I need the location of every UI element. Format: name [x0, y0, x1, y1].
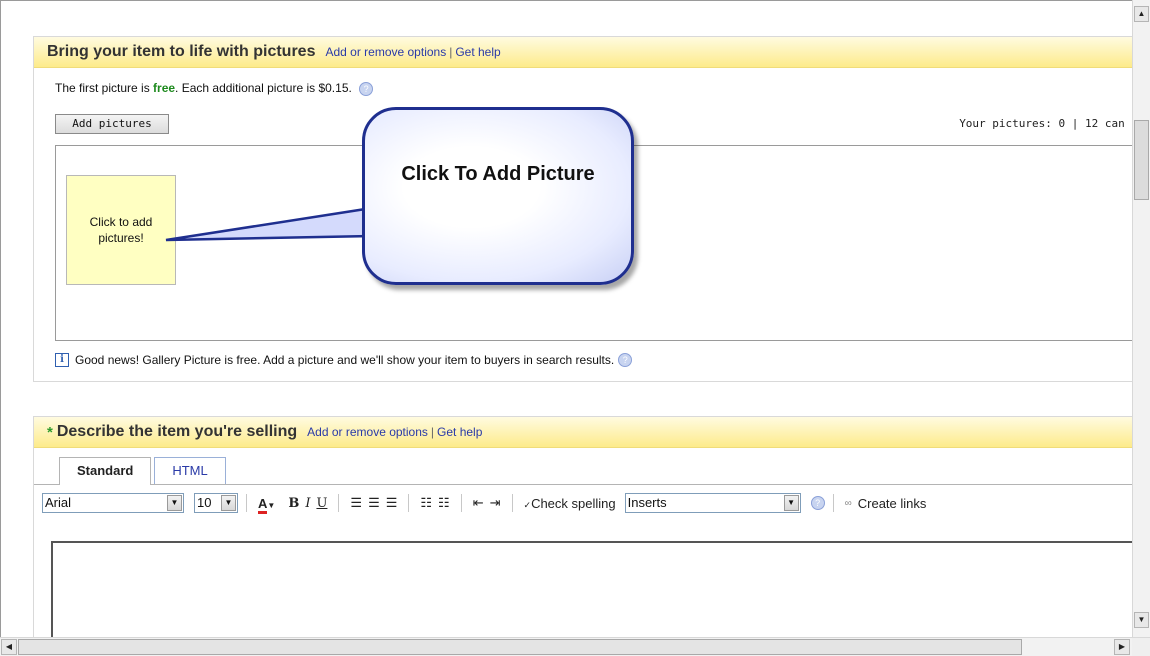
picture-counter: Your pictures: 0 | 12 can l — [959, 117, 1138, 130]
font-size-value: 10 — [197, 495, 212, 510]
horizontal-scrollbar[interactable]: ◀ ▶ — [0, 637, 1150, 656]
describe-panel-title: Describe the item you're selling — [56, 423, 298, 440]
scroll-up-icon[interactable]: ▲ — [1134, 6, 1149, 22]
toolbar-divider — [511, 494, 513, 512]
add-pictures-button[interactable]: Add pictures — [55, 114, 169, 134]
tab-html[interactable]: HTML — [154, 457, 226, 484]
describe-panel-header: * Describe the item you're selling Add o… — [34, 417, 1138, 448]
link-separator: | — [449, 45, 453, 59]
gallery-note: i Good news! Gallery Picture is free. Ad… — [55, 353, 633, 367]
add-remove-options-link[interactable]: Add or remove options — [307, 425, 428, 439]
bold-button[interactable]: B — [288, 496, 299, 511]
chevron-down-icon[interactable]: ▼ — [221, 495, 236, 511]
describe-panel: * Describe the item you're selling Add o… — [33, 416, 1138, 651]
toolbar-divider — [408, 494, 410, 512]
gallery-note-text: Good news! Gallery Picture is free. Add … — [75, 353, 615, 367]
link-separator: | — [430, 425, 435, 439]
callout-bubble: Click To Add Picture — [362, 107, 634, 285]
help-icon[interactable]: ? — [810, 496, 825, 510]
outdent-icon[interactable]: ⇤ — [473, 495, 484, 511]
italic-button[interactable]: I — [305, 496, 310, 511]
get-help-link[interactable]: Get help — [437, 425, 482, 439]
add-picture-slot[interactable]: Click to add pictures! — [66, 175, 176, 285]
toolbar-divider — [832, 494, 834, 512]
inserts-select-value: Inserts — [627, 495, 667, 510]
add-remove-options-link[interactable]: Add or remove options — [325, 45, 446, 59]
toolbar-divider — [246, 494, 247, 512]
check-spelling-label: Check spelling — [531, 495, 616, 511]
pictures-panel-header: Bring your item to life with pictures Ad… — [34, 37, 1138, 68]
describe-panel-links: Add or remove options | Get help — [307, 425, 482, 439]
scroll-left-icon[interactable]: ◀ — [1, 639, 17, 655]
underline-button[interactable]: U — [316, 496, 327, 511]
numbered-list-icon[interactable]: ☷ — [438, 495, 450, 511]
editor-tabs: Standard HTML — [59, 457, 229, 485]
tab-standard[interactable]: Standard — [59, 457, 152, 485]
help-icon[interactable]: ? — [618, 353, 633, 367]
scroll-down-icon[interactable]: ▼ — [1134, 612, 1149, 628]
required-mark: * — [47, 423, 53, 441]
horizontal-scroll-thumb[interactable] — [18, 639, 1022, 655]
fee-prefix: The first picture is — [55, 81, 154, 95]
inserts-select[interactable]: Inserts ▼ — [624, 493, 801, 513]
text-color-icon[interactable]: A▼ — [258, 495, 275, 514]
picture-fee-text: The first picture is free. Each addition… — [55, 81, 374, 96]
create-links-button[interactable]: Create links — [858, 496, 927, 511]
toolbar-divider — [338, 494, 340, 512]
add-picture-slot-label: Click to add pictures! — [89, 215, 153, 245]
vertical-scrollbar[interactable]: ▲ ▼ — [1132, 0, 1150, 638]
description-editor[interactable] — [51, 541, 1138, 651]
align-center-icon[interactable]: ☰ — [368, 495, 380, 511]
font-size-select[interactable]: 10 ▼ — [194, 493, 238, 513]
scrollbar-corner — [1132, 638, 1150, 656]
spellcheck-icon: ✓ — [523, 499, 532, 510]
callout-text: Click To Add Picture — [401, 163, 595, 185]
chevron-down-icon[interactable]: ▼ — [783, 495, 799, 511]
align-left-icon[interactable]: ☰ — [350, 495, 362, 511]
pictures-panel-links: Add or remove options | Get help — [325, 45, 500, 59]
link-icon[interactable]: ∞ — [845, 498, 852, 509]
scroll-right-icon[interactable]: ▶ — [1114, 639, 1130, 655]
fee-suffix: . Each additional picture is $0.15. — [175, 81, 352, 95]
check-spelling-button[interactable]: ✓Check spelling — [524, 496, 616, 511]
editor-toolbar: Arial ▼ 10 ▼ A▼ B I U ☰ ☰ ☰ ☷ ☷ ⇤ ⇥ ✓Che… — [42, 490, 1138, 516]
chevron-down-icon[interactable]: ▼ — [167, 495, 182, 511]
get-help-link[interactable]: Get help — [455, 45, 500, 59]
font-select[interactable]: Arial ▼ — [42, 493, 184, 513]
align-right-icon[interactable]: ☰ — [386, 495, 398, 511]
info-icon: i — [55, 353, 69, 367]
font-select-value: Arial — [45, 495, 72, 510]
indent-icon[interactable]: ⇥ — [490, 495, 501, 511]
help-icon[interactable]: ? — [359, 81, 374, 96]
toolbar-divider — [460, 494, 462, 512]
bullet-list-icon[interactable]: ☷ — [420, 495, 432, 511]
vertical-scroll-thumb[interactable] — [1134, 120, 1149, 200]
pictures-panel-title: Bring your item to life with pictures — [47, 43, 316, 60]
fee-free: free — [153, 81, 176, 95]
